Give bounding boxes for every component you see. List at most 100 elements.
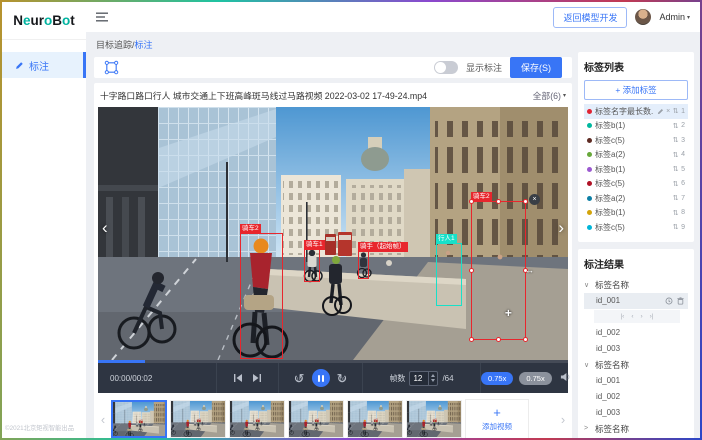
add-label-button[interactable]: + 添加标签: [584, 80, 688, 100]
sort-label-icon[interactable]: ⇅: [673, 223, 679, 231]
prev-frame-button[interactable]: [233, 373, 243, 383]
sort-label-icon[interactable]: ⇅: [673, 107, 679, 115]
sort-label-icon[interactable]: ⇅: [673, 209, 679, 217]
rewind-10-button[interactable]: ↺10: [294, 372, 305, 385]
sort-label-icon[interactable]: ⇅: [673, 180, 679, 188]
next-frame-button[interactable]: [252, 373, 262, 383]
back-to-model-dev-button[interactable]: 返回模型开发: [553, 7, 627, 28]
label-item[interactable]: 标签b(1) ⇅5: [584, 162, 688, 177]
video-title: 十字路口路口行人 城市交通上下班高峰斑马线过马路视频 2022-03-02 17…: [100, 89, 427, 102]
pager-first-button[interactable]: |‹: [620, 313, 624, 320]
bounding-box-selected[interactable]: 骑车2 × ↔ +: [471, 201, 526, 340]
resize-handle[interactable]: [469, 199, 474, 204]
label-order: 1: [681, 108, 685, 115]
thumbnails-scroll-right[interactable]: ›: [558, 412, 568, 427]
prev-video-arrow[interactable]: ‹: [102, 219, 108, 236]
label-item[interactable]: 标签名字最长数... × ⇅ 1: [584, 104, 688, 119]
sort-label-icon[interactable]: ⇅: [673, 136, 679, 144]
frame-stepper-buttons[interactable]: [428, 372, 437, 385]
sort-label-icon[interactable]: ⇅: [673, 194, 679, 202]
sidebar-item-annotation[interactable]: 标注: [2, 52, 86, 78]
label-item[interactable]: 标签c(5) ⇅3: [584, 133, 688, 148]
bounding-box-cyclist-2[interactable]: 骑车1: [304, 249, 320, 282]
result-group-name: 标签名称: [595, 359, 629, 371]
pause-button[interactable]: [312, 369, 330, 387]
label-filter-dropdown[interactable]: 全部(6) ▾: [533, 89, 566, 102]
breadcrumb-parent[interactable]: 目标追踪: [96, 40, 132, 50]
show-annotation-toggle[interactable]: [434, 61, 458, 74]
bbox-tool-icon[interactable]: [104, 60, 119, 75]
label-order: 3: [681, 137, 685, 144]
next-video-arrow[interactable]: ›: [558, 219, 564, 236]
video-thumbnail-4[interactable]: [288, 400, 344, 438]
video-thumbnail-2[interactable]: [170, 400, 226, 438]
collapse-menu-icon[interactable]: [96, 12, 108, 22]
label-item[interactable]: 标签a(2) ⇅7: [584, 191, 688, 206]
edit-label-icon[interactable]: [657, 108, 664, 115]
video-stage[interactable]: ‹ › 骑车2 骑车1 骑手（起始帧） 行人1: [98, 107, 568, 360]
speed-pill-active[interactable]: 0.75x: [481, 372, 513, 385]
result-group-header-collapsed[interactable]: > 标签名称: [584, 421, 688, 437]
result-group-header[interactable]: ∨ 标签名称: [584, 277, 688, 293]
resize-handle[interactable]: [496, 337, 501, 342]
resize-handle[interactable]: [469, 268, 474, 273]
content: 目标追踪/标注 显示标注 保存(S): [86, 32, 700, 438]
user-avatar[interactable]: [635, 9, 651, 25]
resize-handle[interactable]: [523, 199, 528, 204]
move-cursor-icon: +: [505, 306, 512, 320]
resize-handle[interactable]: [496, 199, 501, 204]
result-item-selected[interactable]: id_001: [584, 293, 688, 309]
toggle-knob: [435, 62, 446, 73]
resize-handle[interactable]: [523, 337, 528, 342]
label-name: 标签a(2): [595, 149, 670, 160]
logo-part: t: [70, 13, 75, 28]
pager-next-button[interactable]: ›: [641, 313, 643, 320]
label-item[interactable]: 标签c(5) ⇅9: [584, 220, 688, 235]
frame-count-label: 帧数: [389, 373, 405, 384]
video-thumbnail-3[interactable]: [229, 400, 285, 438]
result-item[interactable]: id_002: [584, 389, 688, 405]
label-item[interactable]: 标签a(2) ⇅4: [584, 148, 688, 163]
trash-icon[interactable]: [677, 297, 684, 305]
result-group-header[interactable]: ∨ 标签名称: [584, 357, 688, 373]
video-thumbnail-1[interactable]: [111, 400, 167, 438]
label-color-dot: [587, 225, 592, 230]
result-item[interactable]: id_003: [584, 405, 688, 421]
add-video-button[interactable]: + 添加视频: [465, 399, 529, 438]
sort-label-icon[interactable]: ⇅: [673, 165, 679, 173]
main-area: 返回模型开发 Admin ▾ 目标追踪/标注: [86, 2, 700, 438]
bounding-box-pedestrian[interactable]: 行人1: [436, 243, 462, 306]
delete-box-button[interactable]: ×: [529, 194, 540, 205]
video-card: 十字路口路口行人 城市交通上下班高峰斑马线过马路视频 2022-03-02 17…: [94, 83, 572, 438]
video-thumbnail-5[interactable]: [347, 400, 403, 438]
save-button[interactable]: 保存(S): [510, 57, 562, 78]
sort-label-icon[interactable]: ⇅: [673, 122, 679, 130]
result-item[interactable]: id_001: [584, 373, 688, 389]
result-item[interactable]: id_002: [584, 325, 688, 341]
resize-handle[interactable]: [469, 337, 474, 342]
locate-icon[interactable]: [665, 297, 673, 305]
pager-prev-button[interactable]: ‹: [631, 313, 633, 320]
label-item[interactable]: 标签b(1) ⇅2: [584, 119, 688, 134]
add-video-label: 添加视频: [482, 421, 512, 432]
speed-pill-secondary[interactable]: 0.75x: [519, 372, 551, 385]
pager-last-button[interactable]: ›|: [650, 313, 654, 320]
user-menu[interactable]: Admin ▾: [659, 12, 690, 22]
thumbnails-scroll-left[interactable]: ‹: [98, 412, 108, 427]
sidebar: N e ur o B o t 标注 ©2021北京矩视智能出品: [2, 2, 86, 438]
bounding-box-cyclist-1[interactable]: 骑车2: [240, 233, 283, 359]
sort-label-icon[interactable]: ⇅: [673, 151, 679, 159]
annotation-results-panel: 标注结果 ∨ 标签名称 id_001 |‹ ‹: [578, 249, 694, 439]
volume-icon[interactable]: [560, 369, 571, 387]
step-up-icon[interactable]: [431, 374, 435, 377]
forward-10-button[interactable]: ↻10: [337, 372, 348, 385]
video-thumbnail-6[interactable]: [406, 400, 462, 438]
result-item[interactable]: id_003: [584, 341, 688, 357]
step-down-icon[interactable]: [431, 379, 435, 382]
frame-number-stepper[interactable]: 12: [409, 371, 438, 386]
delete-label-icon[interactable]: ×: [666, 108, 670, 115]
label-item[interactable]: 标签b(1) ⇅8: [584, 206, 688, 221]
frame-number-input[interactable]: 12: [410, 372, 428, 385]
bounding-box-rider-keyframe[interactable]: 骑手（起始帧）: [358, 251, 369, 279]
label-item[interactable]: 标签c(5) ⇅6: [584, 177, 688, 192]
